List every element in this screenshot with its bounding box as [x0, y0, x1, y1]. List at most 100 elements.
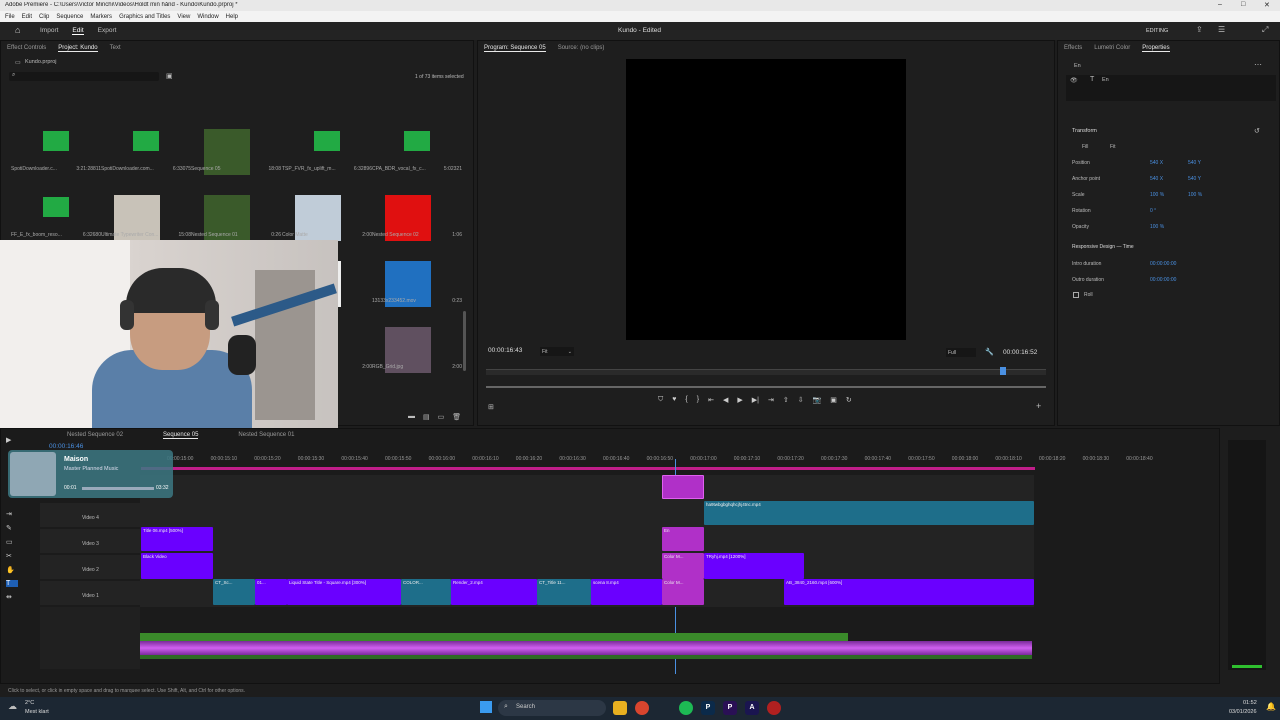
project-scrollbar[interactable] — [463, 311, 466, 371]
roll-checkbox[interactable] — [1073, 292, 1079, 298]
zoom-scrollbar[interactable] — [486, 386, 1046, 388]
marker-icon[interactable]: ⛉ — [658, 396, 663, 404]
tab-effects[interactable]: Effects — [1064, 45, 1082, 51]
workspace-label[interactable]: EDITING — [1146, 28, 1168, 34]
new-item-icon[interactable]: ▤ — [423, 413, 430, 421]
clip-v1-c[interactable]: Liquid State Title - Square.mp4 [300%] — [287, 579, 401, 605]
clip-v1-a[interactable]: CT_Sc... — [213, 579, 255, 605]
clip-v1-e[interactable]: Render_2.mp4 — [451, 579, 537, 605]
clip-v2-matte[interactable]: Color M... — [662, 553, 704, 579]
hand-tool-icon[interactable]: ✋ — [6, 566, 18, 574]
fill-button[interactable]: Fill — [1082, 144, 1088, 150]
tab-project[interactable]: Project: Kundo — [58, 45, 98, 52]
tab-text[interactable]: Text — [110, 45, 121, 51]
clip-v1-f[interactable]: CT_Title 11... — [537, 579, 591, 605]
responsive-title[interactable]: Responsive Design — Time — [1072, 244, 1134, 250]
music-progress[interactable] — [82, 487, 154, 490]
clip-v2[interactable]: Black Video — [141, 553, 213, 579]
tab-sequence-05[interactable]: Sequence 05 — [163, 432, 199, 439]
fullscreen-icon[interactable]: ⤢ — [1262, 25, 1268, 35]
intro-value[interactable]: 00:00:00:00 — [1150, 261, 1176, 267]
add-marker-icon[interactable]: ♥ — [672, 396, 676, 404]
step-back-icon[interactable]: ◀ — [723, 396, 728, 404]
track-header-v3[interactable]: Video 3 — [40, 529, 140, 553]
folder-add-icon[interactable]: ▭ — [438, 413, 445, 421]
wrench-icon[interactable]: 🔧 — [985, 348, 994, 356]
chrome-icon[interactable] — [635, 701, 649, 715]
step-forward-icon[interactable]: ▶| — [752, 396, 759, 404]
project-item[interactable]: CPA_BDR_vocal_fx_c... 5:02321 — [372, 129, 462, 201]
text-layer-row[interactable]: 👁 T En — [1066, 75, 1276, 101]
go-to-in-icon[interactable]: ⇤ — [708, 396, 714, 404]
out-point-icon[interactable]: } — [697, 396, 699, 404]
tab-edit[interactable]: Edit — [72, 27, 84, 35]
clip-v3[interactable]: Title 06.mp4 [500%] — [141, 527, 213, 551]
eye-icon[interactable]: 👁 — [1070, 77, 1078, 84]
new-bin-icon[interactable]: ▣ — [166, 72, 173, 80]
go-to-out-icon[interactable]: ⇥ — [768, 396, 774, 404]
tab-export[interactable]: Export — [98, 27, 117, 35]
tab-nested-01[interactable]: Nested Sequence 01 — [238, 432, 294, 438]
compare-icon[interactable]: ▣ — [830, 396, 837, 404]
tab-program[interactable]: Program: Sequence 05 — [484, 45, 546, 52]
clip-v3-en[interactable]: En — [662, 527, 704, 551]
menu-item-graphics-and-titles[interactable]: Graphics and Titles — [119, 14, 170, 20]
project-item[interactable]: SpotiDownloader.com... 6:33075 — [101, 129, 191, 201]
prop-value[interactable]: 540 X — [1150, 160, 1163, 166]
quality-dropdown[interactable]: Full — [946, 348, 976, 357]
menu-item-help[interactable]: Help — [226, 14, 238, 20]
close-icon[interactable]: ✕ — [1264, 1, 1270, 9]
start-icon[interactable] — [480, 701, 492, 713]
home-icon[interactable]: ⌂ — [15, 25, 20, 35]
menu-item-file[interactable]: File — [5, 14, 15, 20]
trash-icon[interactable]: 🗑 — [452, 413, 461, 421]
lift-icon[interactable]: ⇧ — [783, 396, 789, 404]
clip-v1-h[interactable]: Color M... — [662, 579, 704, 605]
project-item[interactable]: Nested Sequence 02 1:06 — [372, 195, 462, 267]
project-item[interactable]: RGB_Grid.jpg 2:00 — [372, 327, 462, 399]
add-button-icon[interactable]: + — [1036, 401, 1041, 411]
clock-time[interactable]: 01:52 — [1243, 700, 1257, 706]
clip-v2-tryhj[interactable]: TRyhj.mp4 [1200%] — [704, 553, 804, 579]
razor-tool-icon[interactable]: ✂ — [6, 552, 18, 560]
audio-track-a1[interactable] — [140, 633, 848, 641]
fit-button[interactable]: Fit — [1110, 144, 1116, 150]
clip-v1-d[interactable]: COLOR... — [401, 579, 451, 605]
track-header-v1[interactable]: Video 1 — [40, 581, 140, 605]
menu-item-clip[interactable]: Clip — [39, 14, 49, 20]
clip-v1-b[interactable]: 01... — [255, 579, 287, 605]
prop-value[interactable]: 100 % — [1150, 192, 1164, 198]
prop-value[interactable]: 540 X — [1150, 176, 1163, 182]
search-input[interactable]: ⌕ — [9, 72, 159, 81]
reset-icon[interactable]: ↺ — [1254, 127, 1260, 135]
monitor-timebar[interactable] — [486, 369, 1046, 375]
audio-track-a3[interactable] — [140, 655, 1032, 659]
tab-source[interactable]: Source: (no clips) — [558, 45, 605, 51]
premiere-icon[interactable]: P — [723, 701, 737, 715]
rectangle-tool-icon[interactable]: ▭ — [6, 538, 18, 546]
media-encoder-icon[interactable] — [767, 701, 781, 715]
project-item[interactable]: Sequence 05 18:08 — [191, 129, 281, 201]
menu-item-window[interactable]: Window — [197, 14, 218, 20]
tab-effect-controls[interactable]: Effect Controls — [7, 45, 46, 51]
prop-value[interactable]: 0 ° — [1150, 208, 1156, 214]
type-tool-icon[interactable]: T — [6, 580, 18, 587]
tab-lumetri[interactable]: Lumetri Color — [1094, 45, 1130, 51]
extract-icon[interactable]: ⇩ — [798, 396, 804, 404]
list-view-icon[interactable]: ▬ — [408, 413, 415, 421]
notification-icon[interactable]: 🔔 — [1266, 702, 1276, 711]
outro-value[interactable]: 00:00:00:00 — [1150, 277, 1176, 283]
audio-track-a2[interactable] — [140, 641, 1032, 655]
clip-v1-i[interactable]: AB_3840_2160.mp4 [600%] — [784, 579, 1034, 605]
timeline-timecode[interactable]: 00:00:16:46 — [49, 443, 83, 450]
photoshop-icon[interactable]: P — [701, 701, 715, 715]
weather-icon[interactable]: ☁ — [8, 701, 17, 712]
track-select-icon[interactable]: ⇥ — [6, 510, 18, 518]
maximize-icon[interactable]: □ — [1241, 1, 1245, 8]
tab-import[interactable]: Import — [40, 27, 58, 35]
time-ruler[interactable]: 00:00:15:00 00:00:15:10 00:00:15:20 00:00:1… — [141, 456, 1211, 466]
clip-v1-g[interactable]: scena 8.mp4 — [591, 579, 662, 605]
video-canvas[interactable] — [626, 59, 906, 340]
share-icon[interactable]: ⇪ — [1196, 25, 1203, 34]
track-header-v4[interactable]: Video 4 — [40, 503, 140, 527]
